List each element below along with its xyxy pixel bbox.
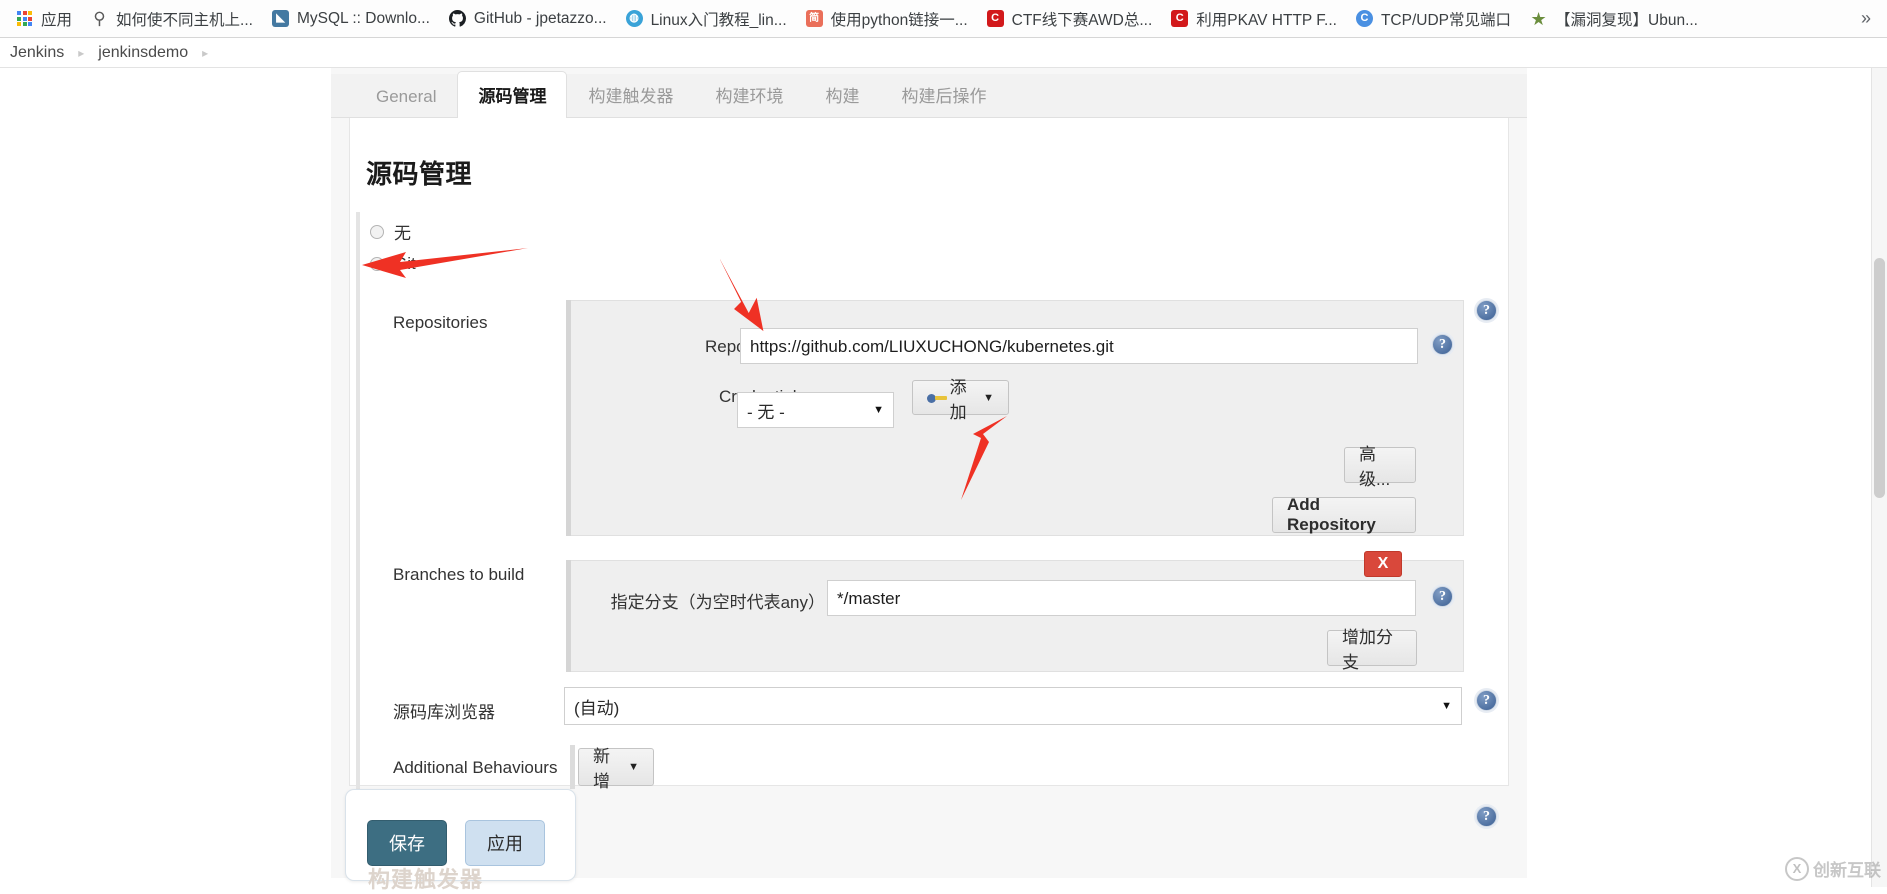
branch-specifier-label: 指定分支（为空时代表any）: [610, 593, 825, 612]
help-icon-branch-specifier[interactable]: ?: [1432, 586, 1453, 607]
repositories-label: Repositories: [393, 313, 488, 332]
bookmark-apps[interactable]: 应用: [6, 5, 81, 33]
chevron-down-icon: ▼: [1441, 700, 1452, 712]
github-icon: [448, 9, 467, 28]
breadcrumb-item-jenkins[interactable]: Jenkins: [10, 44, 64, 62]
radio-scm-none[interactable]: 无: [370, 219, 411, 244]
repositories-rail: [566, 300, 571, 536]
branches-rail: [566, 560, 571, 672]
repository-url-input[interactable]: https://github.com/LIUXUCHONG/kubernetes…: [740, 328, 1418, 364]
add-behaviour-button[interactable]: 新增 ▼: [578, 747, 654, 791]
browser-bookmarks-bar: 应用 ⚲ 如何使不同主机上... ◣ MySQL :: Downlo... Gi…: [0, 0, 1887, 38]
bookmark-label: Linux入门教程_lin...: [650, 11, 787, 29]
chevron-down-icon: ▼: [983, 391, 994, 404]
bookmark-label: MySQL :: Downlo...: [296, 9, 430, 27]
radio-label: 无: [394, 224, 411, 243]
help-icon-repository-url[interactable]: ?: [1432, 334, 1453, 355]
branches-to-build-label: Branches to build: [393, 565, 525, 584]
add-repository-button[interactable]: Add Repository: [1272, 495, 1416, 534]
chevron-right-icon: ▸: [202, 45, 209, 60]
tab-source-control[interactable]: 源码管理: [457, 71, 568, 118]
ghost-section-label: 构建触发器: [368, 867, 484, 892]
apps-grid-icon: [15, 9, 34, 28]
credentials-select[interactable]: - 无 - ▼: [737, 392, 894, 428]
watermark-logo-icon: X: [1785, 856, 1809, 881]
help-icon-repositories[interactable]: ?: [1476, 300, 1497, 321]
chrome-icon: C: [1355, 9, 1374, 28]
breadcrumb-item-jenkinsdemo[interactable]: jenkinsdemo: [98, 44, 188, 62]
branch-specifier-input[interactable]: */master: [827, 580, 1416, 616]
additional-behaviours-rail: [570, 745, 575, 789]
help-icon-subversion[interactable]: ?: [1476, 806, 1497, 827]
apply-button[interactable]: 应用: [465, 820, 545, 866]
help-icon-repository-browser[interactable]: ?: [1476, 690, 1497, 711]
watermark-text: 创新互联: [1813, 861, 1881, 880]
bookmark-label: 如何使不同主机上...: [116, 11, 253, 29]
jianshu-icon: 简: [805, 9, 824, 28]
bookmark-item[interactable]: ◍ Linux入门教程_lin...: [616, 5, 796, 33]
bookmark-item[interactable]: ⚲ 如何使不同主机上...: [81, 5, 262, 33]
radio-indicator: [370, 224, 384, 239]
advanced-button[interactable]: 高级...: [1344, 445, 1416, 489]
csdn-icon: C: [986, 9, 1005, 28]
breadcrumb: Jenkins ▸ jenkinsdemo ▸: [0, 38, 1887, 68]
delete-branch-button[interactable]: X: [1364, 551, 1402, 577]
bookmark-item[interactable]: C 利用PKAV HTTP F...: [1161, 5, 1346, 33]
page-scrollbar-track[interactable]: [1871, 68, 1887, 887]
bookmark-label: TCP/UDP常见端口: [1380, 11, 1512, 29]
config-tab-bar: General 源码管理 构建触发器 构建环境 构建 构建后操作: [331, 71, 1527, 118]
bookmark-item[interactable]: C TCP/UDP常见端口: [1346, 5, 1520, 33]
repository-browser-value: (自动): [574, 698, 620, 718]
tab-build-env[interactable]: 构建环境: [694, 71, 804, 118]
radio-scm-git[interactable]: Git: [370, 254, 416, 274]
bookmark-item[interactable]: C CTF线下赛AWD总...: [977, 5, 1162, 33]
key-icon: [927, 392, 947, 404]
page-scrollbar-thumb[interactable]: [1874, 258, 1885, 498]
chevron-down-icon: ▼: [873, 404, 884, 416]
tab-general[interactable]: General: [355, 76, 457, 118]
tab-build-triggers[interactable]: 构建触发器: [567, 71, 694, 118]
tab-build[interactable]: 构建: [804, 71, 880, 118]
radio-label: Git: [394, 254, 416, 273]
add-credentials-label: 添加: [949, 377, 967, 422]
chevron-down-icon: ▼: [628, 761, 639, 773]
bookmark-label: CTF线下赛AWD总...: [1011, 11, 1153, 29]
page-title: 源码管理: [366, 159, 473, 189]
radio-indicator: [370, 257, 384, 271]
globe-icon: ◍: [625, 9, 644, 28]
bookmark-item[interactable]: ◣ MySQL :: Downlo...: [262, 6, 439, 31]
credentials-select-value: - 无 -: [747, 402, 785, 422]
chevron-right-icon: ▸: [78, 45, 85, 60]
csdn-icon: C: [1170, 9, 1189, 28]
bookmark-label: 应用: [41, 11, 73, 29]
bookmark-label: GitHub - jpetazzo...: [473, 9, 607, 27]
repository-browser-select[interactable]: (自动) ▼: [564, 687, 1462, 725]
star-icon: ★: [1530, 8, 1547, 29]
repository-browser-label: 源码库浏览器: [393, 703, 495, 722]
bookmarks-overflow-button[interactable]: »: [1851, 8, 1881, 29]
add-behaviour-label: 新增: [593, 747, 610, 791]
watermark: X 创新互联: [1785, 856, 1881, 881]
mysql-icon: ◣: [271, 9, 290, 28]
additional-behaviours-label: Additional Behaviours: [393, 758, 558, 777]
bookmark-item[interactable]: ★ 【漏洞复现】Ubun...: [1520, 5, 1707, 33]
save-button[interactable]: 保存: [367, 820, 447, 866]
site-icon: ⚲: [93, 9, 106, 28]
scm-block-rail: [356, 212, 360, 822]
bookmark-item[interactable]: 简 使用python链接一...: [796, 5, 977, 33]
add-branch-button[interactable]: 增加分支: [1327, 628, 1417, 672]
bookmark-label: 利用PKAV HTTP F...: [1196, 11, 1337, 29]
bookmark-label: 使用python链接一...: [830, 11, 968, 29]
tab-post-build[interactable]: 构建后操作: [880, 71, 1007, 118]
bookmark-label: 【漏洞复现】Ubun...: [1555, 11, 1698, 29]
bookmark-item[interactable]: GitHub - jpetazzo...: [439, 6, 616, 31]
add-credentials-button[interactable]: 添加 ▼: [912, 378, 1009, 422]
